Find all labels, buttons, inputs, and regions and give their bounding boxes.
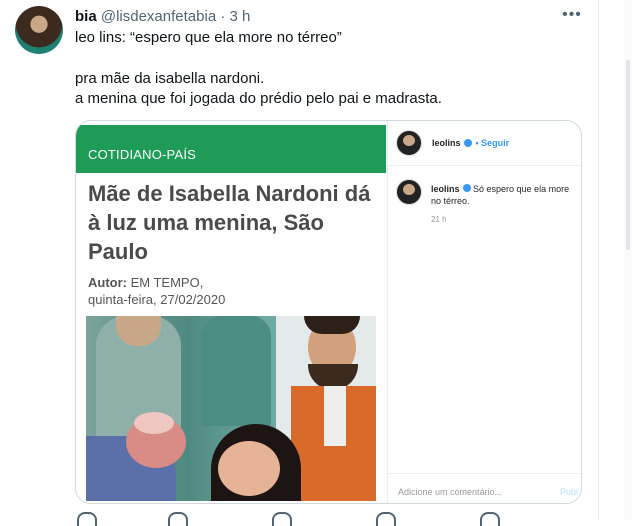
article-author-value: EM TEMPO, xyxy=(127,275,204,290)
header-separator: · xyxy=(220,8,226,25)
article-author-label: Autor: xyxy=(88,275,127,290)
instagram-username: leolins xyxy=(432,138,461,148)
instagram-screenshot: leolins • Seguir leolins Só espero que e… xyxy=(387,121,581,503)
instagram-publish: Publ xyxy=(560,487,579,497)
tweet[interactable]: bia @lisdexanfetabia · 3 h ••• leo lins:… xyxy=(0,0,600,526)
scrollbar[interactable] xyxy=(624,0,632,520)
tweet-media-image[interactable]: COTIDIANO-PAÍS Mãe de Isabella Nardoni d… xyxy=(75,120,582,504)
scrollbar-thumb[interactable] xyxy=(626,60,630,250)
tweet-text-line-2: pra mãe da isabella nardoni. xyxy=(75,70,265,87)
article-headline: Mãe de Isabella Nardoni dá à luz uma men… xyxy=(88,181,371,264)
instagram-comment: leolins Só espero que ela more no térreo… xyxy=(431,183,579,207)
author-handle[interactable]: @lisdexanfetabia xyxy=(101,8,216,25)
tweet-timestamp[interactable]: 3 h xyxy=(230,8,251,25)
instagram-add-comment: Adicione um comentário... xyxy=(398,487,503,497)
timeline-divider xyxy=(598,0,599,520)
author-name[interactable]: bia xyxy=(75,8,97,25)
tweet-text-line-1: leo lins: “espero que ela more no térreo… xyxy=(75,29,342,46)
tweet-actions xyxy=(75,512,585,526)
reply-icon[interactable] xyxy=(77,512,97,526)
article-author: Autor: EM TEMPO, xyxy=(88,274,203,291)
like-icon[interactable] xyxy=(272,512,292,526)
tweet-header: bia @lisdexanfetabia · 3 h xyxy=(75,7,250,27)
instagram-follow: • Seguir xyxy=(475,138,510,148)
instagram-header: leolins • Seguir xyxy=(396,130,509,156)
instagram-bottom-divider xyxy=(388,473,581,474)
instagram-follow-label: Seguir xyxy=(481,138,510,148)
instagram-avatar xyxy=(396,130,422,156)
article-date: quinta-feira, 27/02/2020 xyxy=(88,292,226,307)
comment-verified-badge-icon xyxy=(462,184,471,192)
tweet-text-line-3: a menina que foi jogada do prédio pelo p… xyxy=(75,90,442,107)
verified-badge-icon xyxy=(463,139,472,147)
instagram-comment-time: 21 h xyxy=(431,215,447,224)
article-photo xyxy=(86,316,376,501)
more-options-icon[interactable]: ••• xyxy=(561,6,583,26)
instagram-comment-avatar xyxy=(396,179,422,205)
share-icon[interactable] xyxy=(480,512,500,526)
article-section: COTIDIANO-PAÍS xyxy=(88,147,197,162)
instagram-comment-avatar-row xyxy=(396,179,422,205)
instagram-divider xyxy=(388,165,581,166)
retweet-icon[interactable] xyxy=(168,512,188,526)
article-section-bar: COTIDIANO-PAÍS xyxy=(76,125,386,173)
views-icon[interactable] xyxy=(376,512,396,526)
author-avatar[interactable] xyxy=(15,6,63,54)
instagram-comment-user: leolins xyxy=(431,184,460,194)
article-screenshot: COTIDIANO-PAÍS Mãe de Isabella Nardoni d… xyxy=(76,121,386,503)
